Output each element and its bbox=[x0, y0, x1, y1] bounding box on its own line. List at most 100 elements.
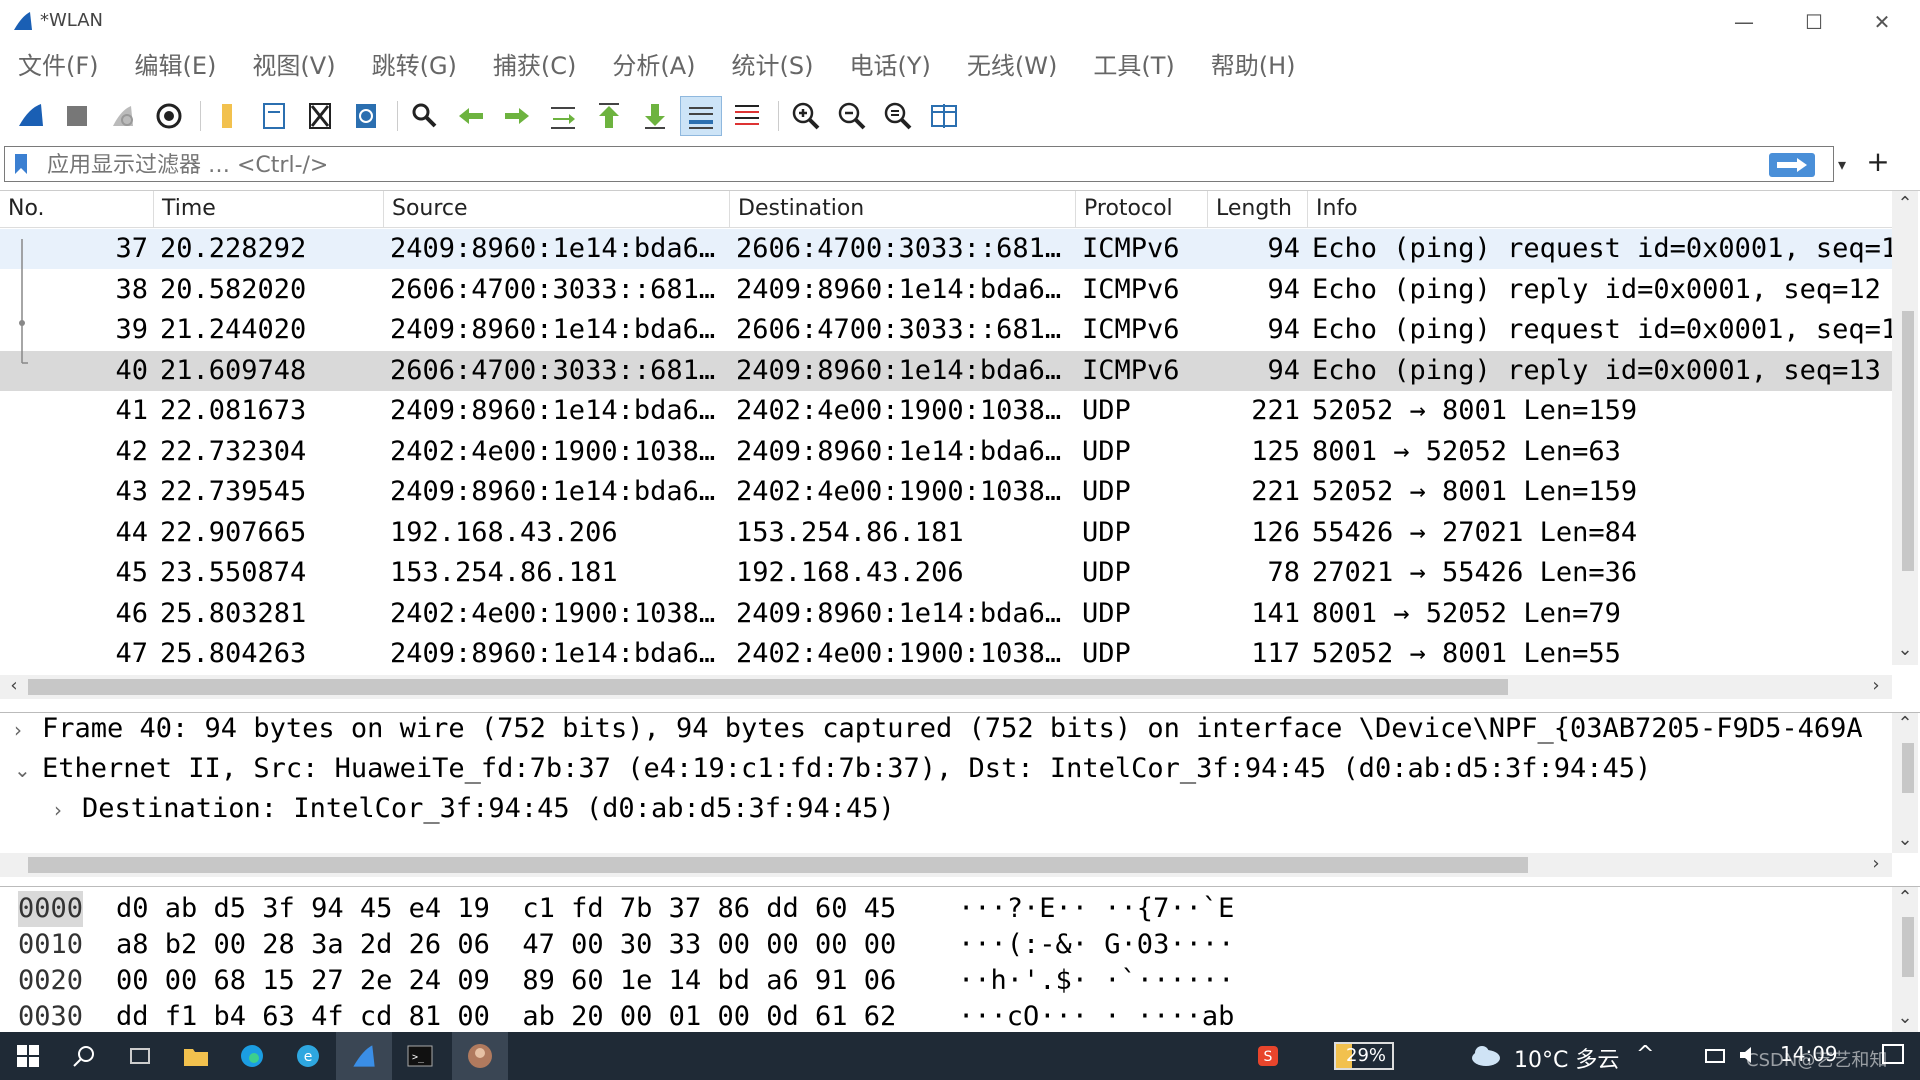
packet-row[interactable]: 39 21.244020 2409:8960:1e14:bda6… 2606:4700… bbox=[0, 310, 1892, 350]
menu-item[interactable]: 帮助(H) bbox=[1193, 46, 1314, 86]
normal-size-button[interactable] bbox=[877, 96, 919, 136]
start-button[interactable] bbox=[0, 1032, 56, 1080]
search-button[interactable] bbox=[56, 1032, 112, 1080]
ie-browser-button[interactable]: e bbox=[280, 1032, 336, 1080]
column-no[interactable]: No. bbox=[0, 191, 154, 227]
hex-row[interactable]: 0000 d0 ab d5 3f 94 45 e4 19 c1 fd 7b 37 … bbox=[0, 891, 1880, 927]
column-destination[interactable]: Destination bbox=[730, 191, 1076, 227]
tray-overflow-chevron[interactable]: ^ bbox=[1636, 1042, 1654, 1067]
weather-text[interactable]: 10°C 多云 bbox=[1514, 1042, 1619, 1074]
menu-item[interactable]: 编辑(E) bbox=[117, 46, 235, 86]
menu-item[interactable]: 统计(S) bbox=[714, 46, 832, 86]
sogou-input-tray[interactable]: S bbox=[1240, 1032, 1296, 1080]
column-protocol[interactable]: Protocol bbox=[1076, 191, 1208, 227]
column-length[interactable]: Length bbox=[1208, 191, 1308, 227]
packet-list-vscrollbar[interactable]: ⌃ ⌄ bbox=[1892, 191, 1918, 665]
detail-row-destination[interactable]: › Destination: IntelCor_3f:94:45 (d0:ab:d… bbox=[54, 793, 895, 824]
scroll-left-icon[interactable]: ‹ bbox=[2, 675, 26, 696]
scroll-up-icon[interactable]: ⌃ bbox=[1893, 887, 1917, 908]
start-capture-button[interactable] bbox=[10, 96, 52, 136]
minimize-button[interactable]: — bbox=[1714, 0, 1774, 44]
packet-list-hscrollbar[interactable]: ‹ › bbox=[0, 675, 1892, 699]
menu-item[interactable]: 分析(A) bbox=[594, 46, 713, 86]
user-app-task-button[interactable] bbox=[452, 1032, 508, 1080]
wireshark-task-button[interactable] bbox=[336, 1032, 392, 1080]
first-packet-button[interactable] bbox=[588, 96, 630, 136]
expand-arrow-icon[interactable]: › bbox=[14, 718, 42, 742]
menu-item[interactable]: 文件(F) bbox=[0, 46, 117, 86]
hex-row[interactable]: 0010 a8 b2 00 28 3a 2d 26 06 47 00 30 33 … bbox=[0, 927, 1880, 963]
restart-capture-button[interactable] bbox=[102, 96, 144, 136]
notification-icon[interactable] bbox=[1880, 1042, 1906, 1068]
detail-row-ethernet[interactable]: ⌄ Ethernet II, Src: HuaweiTe_fd:7b:37 (e4… bbox=[14, 753, 1651, 784]
capture-options-button[interactable] bbox=[148, 96, 190, 136]
reload-file-button[interactable] bbox=[345, 96, 387, 136]
scroll-right-icon[interactable]: › bbox=[1864, 853, 1888, 874]
network-icon[interactable] bbox=[1704, 1046, 1726, 1066]
packet-row[interactable]: 40 21.609748 2606:4700:3033::681… 2409:8960… bbox=[0, 350, 1892, 391]
stop-capture-button[interactable] bbox=[56, 96, 98, 136]
hex-vscrollbar[interactable]: ⌃ ⌄ bbox=[1892, 887, 1918, 1033]
zoom-in-button[interactable] bbox=[785, 96, 827, 136]
packet-row[interactable]: 43 22.739545 2409:8960:1e14:bda6… 2402:4e00… bbox=[0, 472, 1892, 512]
maximize-button[interactable]: ☐ bbox=[1784, 0, 1844, 44]
cloud-weather-icon[interactable] bbox=[1468, 1042, 1502, 1068]
hex-row[interactable]: 0020 00 00 68 15 27 2e 24 09 89 60 1e 14 … bbox=[0, 963, 1880, 999]
go-forward-button[interactable] bbox=[496, 96, 538, 136]
column-time[interactable]: Time bbox=[154, 191, 384, 227]
packet-row[interactable]: 41 22.081673 2409:8960:1e14:bda6… 2402:4e00… bbox=[0, 391, 1892, 431]
apply-filter-button[interactable] bbox=[1769, 153, 1815, 177]
battery-indicator[interactable]: 29% bbox=[1334, 1042, 1394, 1070]
open-file-button[interactable] bbox=[207, 96, 249, 136]
scroll-thumb[interactable] bbox=[1902, 917, 1914, 977]
scroll-up-icon[interactable]: ⌃ bbox=[1893, 193, 1917, 214]
close-button[interactable]: ✕ bbox=[1852, 0, 1912, 44]
hscroll-thumb[interactable] bbox=[28, 857, 1528, 873]
last-packet-button[interactable] bbox=[634, 96, 676, 136]
scroll-thumb[interactable] bbox=[1902, 311, 1914, 571]
menu-item[interactable]: 工具(T) bbox=[1075, 46, 1192, 86]
packet-row[interactable]: 44 22.907665 192.168.43.206 153.254.86.181 U… bbox=[0, 513, 1892, 553]
menu-item[interactable]: 无线(W) bbox=[949, 46, 1075, 86]
display-filter-input[interactable] bbox=[45, 150, 1749, 180]
terminal-task-button[interactable]: >_ bbox=[392, 1032, 448, 1080]
scroll-down-icon[interactable]: ⌄ bbox=[1893, 1007, 1917, 1028]
edge-browser-button[interactable] bbox=[224, 1032, 280, 1080]
add-filter-button[interactable]: + bbox=[1862, 144, 1894, 180]
menu-item[interactable]: 电话(Y) bbox=[832, 46, 949, 86]
colorize-button[interactable] bbox=[726, 96, 768, 136]
filter-history-dropdown[interactable]: ▾ bbox=[1828, 148, 1856, 180]
detail-row-frame[interactable]: › Frame 40: 94 bytes on wire (752 bits), … bbox=[14, 713, 1863, 744]
zoom-out-button[interactable] bbox=[831, 96, 873, 136]
hex-row[interactable]: 0030 dd f1 b4 63 4f cd 81 00 ab 20 00 01 … bbox=[0, 999, 1880, 1035]
save-file-button[interactable] bbox=[253, 96, 295, 136]
details-hscrollbar[interactable]: › bbox=[0, 853, 1892, 877]
menu-item[interactable]: 视图(V) bbox=[234, 46, 353, 86]
scroll-down-icon[interactable]: ⌄ bbox=[1893, 829, 1917, 850]
packet-row[interactable]: 47 25.804263 2409:8960:1e14:bda6… 2402:4e00… bbox=[0, 634, 1892, 674]
hscroll-thumb[interactable] bbox=[28, 679, 1508, 695]
task-view-button[interactable] bbox=[112, 1032, 168, 1080]
packet-row[interactable]: 45 23.550874 153.254.86.181 192.168.43.206 U… bbox=[0, 553, 1892, 593]
column-source[interactable]: Source bbox=[384, 191, 730, 227]
packet-row[interactable]: 37 20.228292 2409:8960:1e14:bda6… 2606:4700… bbox=[0, 229, 1892, 269]
column-info[interactable]: Info bbox=[1308, 191, 1892, 227]
auto-scroll-button[interactable] bbox=[680, 96, 722, 136]
menu-item[interactable]: 跳转(G) bbox=[354, 46, 475, 86]
menu-item[interactable]: 捕获(C) bbox=[475, 46, 594, 86]
bookmark-icon[interactable] bbox=[13, 153, 29, 175]
file-explorer-button[interactable] bbox=[168, 1032, 224, 1080]
resize-columns-button[interactable] bbox=[923, 96, 965, 136]
collapse-arrow-icon[interactable]: ⌄ bbox=[14, 758, 42, 782]
find-packet-button[interactable] bbox=[404, 96, 446, 136]
go-back-button[interactable] bbox=[450, 96, 492, 136]
packet-row[interactable]: 38 20.582020 2606:4700:3033::681… 2409:8960… bbox=[0, 270, 1892, 310]
go-to-packet-button[interactable] bbox=[542, 96, 584, 136]
expand-arrow-icon[interactable]: › bbox=[54, 798, 82, 822]
scroll-thumb[interactable] bbox=[1902, 743, 1914, 793]
close-file-button[interactable] bbox=[299, 96, 341, 136]
scroll-down-icon[interactable]: ⌄ bbox=[1893, 639, 1917, 660]
packet-row[interactable]: 42 22.732304 2402:4e00:1900:1038… 2409:8960… bbox=[0, 432, 1892, 472]
scroll-right-icon[interactable]: › bbox=[1864, 675, 1888, 696]
details-vscrollbar[interactable]: ⌃ ⌄ bbox=[1892, 713, 1918, 853]
